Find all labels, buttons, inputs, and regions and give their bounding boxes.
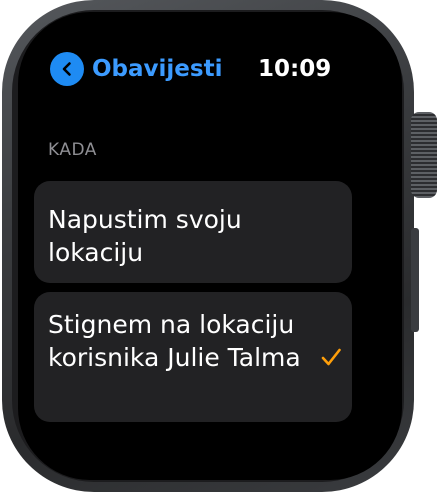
apple-watch: Obavijesti 10:09 KADA Napustim svoju lok… bbox=[0, 0, 439, 492]
back-label: Obavijesti bbox=[92, 56, 223, 82]
option-label: Stignem na lokaciju korisnika Julie Talm… bbox=[48, 310, 301, 372]
back-button[interactable]: Obavijesti bbox=[50, 52, 222, 86]
option-label: Napustim svoju lokaciju bbox=[48, 205, 242, 267]
chevron-left-icon bbox=[50, 52, 84, 86]
clock-time: 10:09 bbox=[258, 56, 332, 82]
option-leave-location[interactable]: Napustim svoju lokaciju bbox=[34, 181, 352, 283]
checkmark-icon bbox=[321, 348, 341, 366]
side-button[interactable] bbox=[411, 228, 419, 332]
digital-crown[interactable] bbox=[411, 112, 437, 198]
option-arrive-location[interactable]: Stignem na lokaciju korisnika Julie Talm… bbox=[34, 292, 352, 422]
section-header: KADA bbox=[48, 140, 97, 160]
